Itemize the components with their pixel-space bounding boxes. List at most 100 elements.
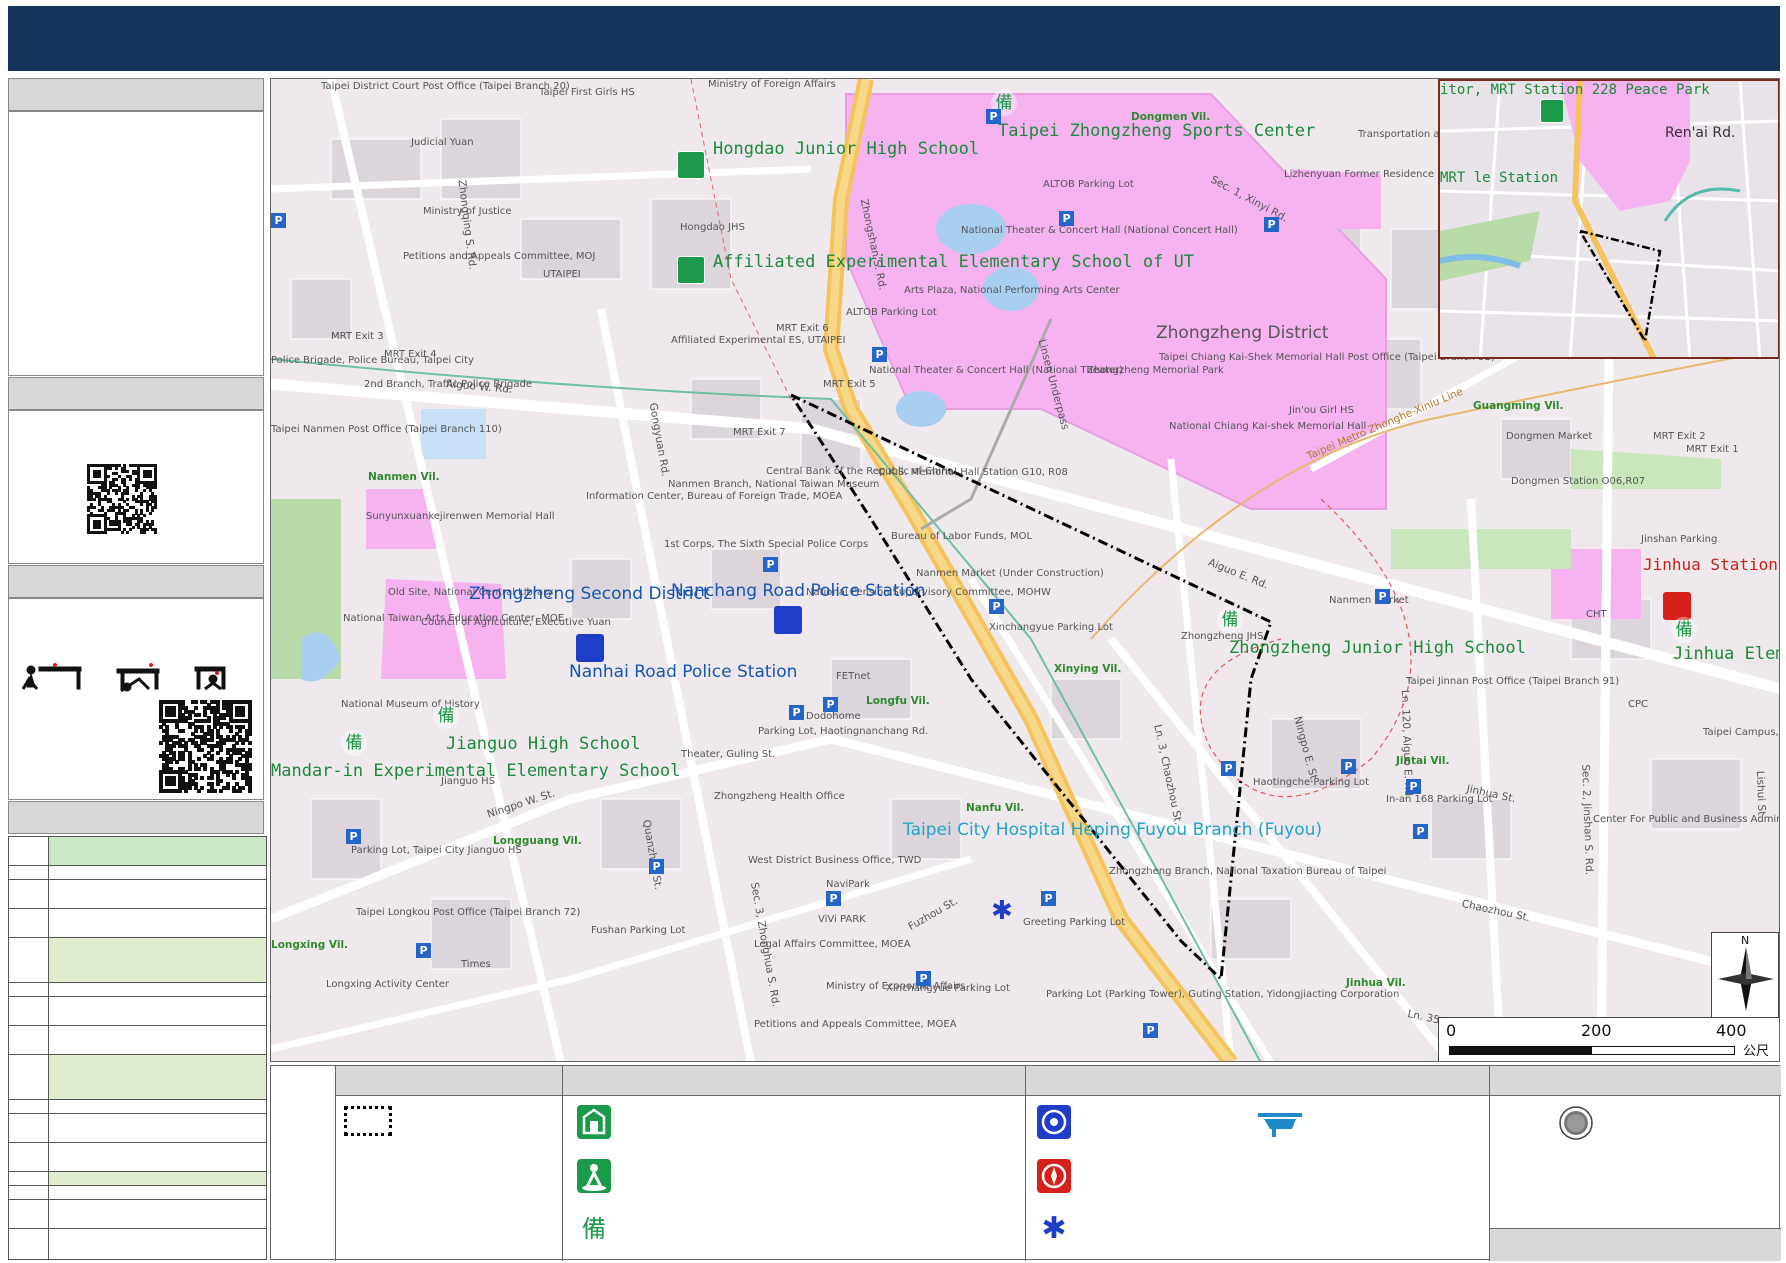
table-cell [8,907,49,938]
legend-header [335,1066,1781,1096]
village-label: Nanfu Vil. [966,802,1025,814]
table-cell [48,981,267,998]
medical-icon[interactable]: ✱ [991,897,1013,926]
inset-map-base [1440,81,1778,357]
qr-code[interactable] [87,464,158,535]
parking-icon[interactable]: P [1041,891,1056,906]
table-cell [8,981,49,998]
left-panel-header-1 [8,78,264,111]
parking-icon[interactable]: P [763,557,778,572]
village-label: Longxing Vil. [271,939,349,951]
police-icon[interactable] [774,606,802,634]
poi-label: Times [461,959,491,970]
backup-shelter-icon[interactable]: 備 [433,703,459,729]
parking-icon[interactable]: P [271,213,286,228]
parking-icon[interactable]: P [346,829,361,844]
poi-label: Taipei Jinnan Post Office (Taipei Branch… [1406,676,1620,687]
poi-label: Jinshan Parking [1641,534,1718,545]
poi-label: In-an 168 Parking Lot [1386,794,1493,805]
poi-label: Lizhenyuan Former Residence [1284,169,1435,180]
jinhua-station-label: Jinhua Station [1643,555,1778,574]
poi-label: MRT Exit 3 [331,331,384,342]
parking-icon[interactable]: P [789,705,804,720]
parking-icon[interactable]: P [1375,589,1390,604]
jinhua-elem-label: Jinhua Elementary School [1673,644,1779,664]
left-panel-header-3 [8,565,264,598]
scale-unit: 公尺 [1743,1044,1770,1059]
parking-icon[interactable]: P [872,347,887,362]
table-cell [8,1228,49,1260]
inset-mrt-label: MRT le Station [1440,170,1559,186]
inset-map[interactable]: itor, MRT Station 228 Peace Park MRT le … [1438,79,1779,359]
poi-label: Ministry of Foreign Affairs [708,79,836,90]
parking-icon[interactable]: P [416,943,431,958]
backup-shelter-icon[interactable]: 備 [1671,617,1697,643]
poi-label: Haotingche Parking Lot [1253,777,1370,788]
police-icon[interactable] [576,634,604,662]
poi-label: UTAIPEI [543,269,581,280]
legend-divider [335,1066,336,1261]
legend-footer [1489,1228,1781,1261]
qr-box [8,410,264,564]
legend: 備 ✱ [270,1065,1781,1261]
north-arrow: N [1711,932,1779,1018]
poi-label: FETnet [836,671,871,682]
table-cell [48,864,267,881]
table-cell [8,1098,49,1115]
parking-icon[interactable]: P [1406,779,1421,794]
table-cell [8,936,49,983]
scale-bar: 0 200 400 公尺 [1438,1017,1779,1061]
table-cell [8,864,49,881]
table-cell [48,1228,267,1260]
poi-label: Arts Plaza, National Performing Arts Cen… [904,285,1120,296]
scale-label: 0 [1446,1021,1457,1040]
poi-label: Fushan Parking Lot [591,925,686,936]
table-cell [8,1141,49,1172]
parking-icon[interactable]: P [826,891,841,906]
poi-label: Hongdao JHS [680,222,745,233]
parking-icon[interactable]: P [1059,211,1074,226]
poi-label: CHT [1586,609,1607,620]
parking-icon[interactable]: P [1264,217,1279,232]
poi-label: Dongmen Market [1506,431,1593,442]
poi-label: Ministry of Justice [423,206,512,217]
parking-icon[interactable]: P [823,697,838,712]
parking-icon[interactable]: P [989,599,1004,614]
qr-code-2[interactable] [159,700,252,793]
backup-shelter-icon[interactable]: 備 [341,730,367,756]
school-shelter-icon [577,1105,611,1139]
parking-icon[interactable]: P [986,109,1001,124]
drop-icon [21,663,82,690]
parking-icon[interactable]: P [1341,759,1356,774]
parking-icon[interactable]: P [1413,824,1428,839]
scale-label: 400 [1716,1021,1747,1040]
parking-icon[interactable]: P [916,971,931,986]
poi-label: Jin'ou Girl HS [1289,405,1354,416]
parking-icon[interactable]: P [649,859,664,874]
poi-label: National Theater & Concert Hall (Nationa… [869,365,1124,376]
table-cell [48,1141,267,1172]
park-shelter-icon[interactable] [1540,99,1564,123]
poi-label: Petitions and Appeals Committee, MOJ [403,251,596,262]
earthquake-box [8,598,264,800]
poi-label: Nanmen Market [1329,595,1409,606]
table-cell [48,996,267,1026]
poi-label: Theater, Guling St. [681,749,776,760]
parking-icon[interactable]: P [1221,761,1236,776]
poi-label: Zhongzheng Memorial Park [1087,365,1224,376]
poi-label: Greeting Parking Lot [1023,917,1126,928]
fire-icon[interactable] [1663,592,1691,620]
medical-icon: ✱ [1041,1211,1067,1246]
poi-label: Xinchangyue Parking Lot [989,622,1113,633]
poi-label: Central Bank of the Republic of China [766,466,954,477]
parking-icon[interactable]: P [1143,1023,1158,1038]
table-cell [48,836,267,866]
table-cell [48,1170,267,1186]
poi-label: Council of Agriculture, Executive Yuan [421,617,611,628]
poi-label: Affiliated Experimental ES, UTAIPEI [671,335,846,346]
backup-shelter-icon[interactable]: 備 [1217,607,1243,633]
school-shelter-icon[interactable] [677,151,705,179]
school-shelter-icon[interactable] [677,256,705,284]
map-canvas[interactable]: Zhongzheng District Dongmen Vil. Nanmen … [270,78,1780,1062]
sports-center-label: Taipei Zhongzheng Sports Center [998,121,1316,141]
